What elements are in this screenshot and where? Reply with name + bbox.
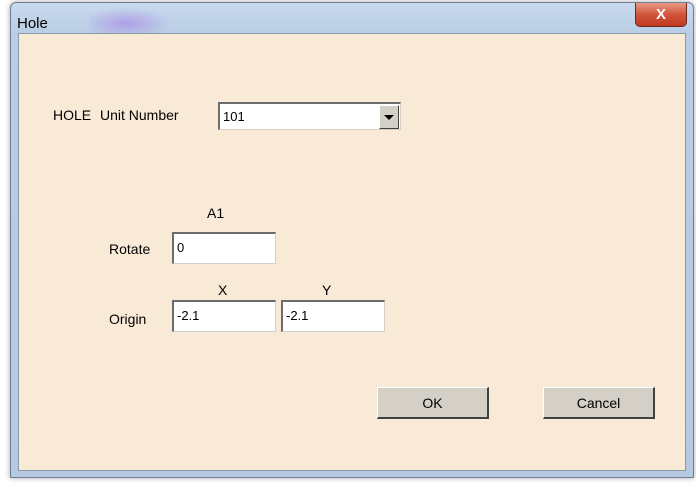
unit-number-label: Unit Number (100, 107, 179, 123)
hole-label: HOLE (53, 107, 92, 123)
origin-label: Origin (109, 311, 147, 327)
close-icon: X (655, 6, 666, 23)
y-label: Y (322, 282, 332, 298)
chevron-down-icon (384, 114, 394, 120)
origin-y-input[interactable]: -2.1 (281, 300, 385, 332)
origin-x-input[interactable]: -2.1 (172, 300, 276, 332)
window-title: Hole (17, 15, 48, 32)
ok-button[interactable]: OK (377, 387, 489, 419)
x-label: X (218, 282, 228, 298)
close-button[interactable]: X (635, 3, 687, 27)
rotate-input[interactable]: 0 (172, 232, 276, 264)
dropdown-button[interactable] (379, 105, 399, 129)
hole-dialog: Hole X HOLE Unit Number 101 A1 Rotate 0 … (10, 2, 694, 478)
rotate-label: Rotate (109, 241, 151, 257)
unit-number-value: 101 (223, 109, 245, 124)
a1-label: A1 (207, 205, 225, 221)
dialog-client-area: HOLE Unit Number 101 A1 Rotate 0 X Y Ori… (18, 33, 686, 471)
unit-number-select[interactable]: 101 (218, 102, 401, 130)
cancel-button[interactable]: Cancel (543, 387, 655, 419)
